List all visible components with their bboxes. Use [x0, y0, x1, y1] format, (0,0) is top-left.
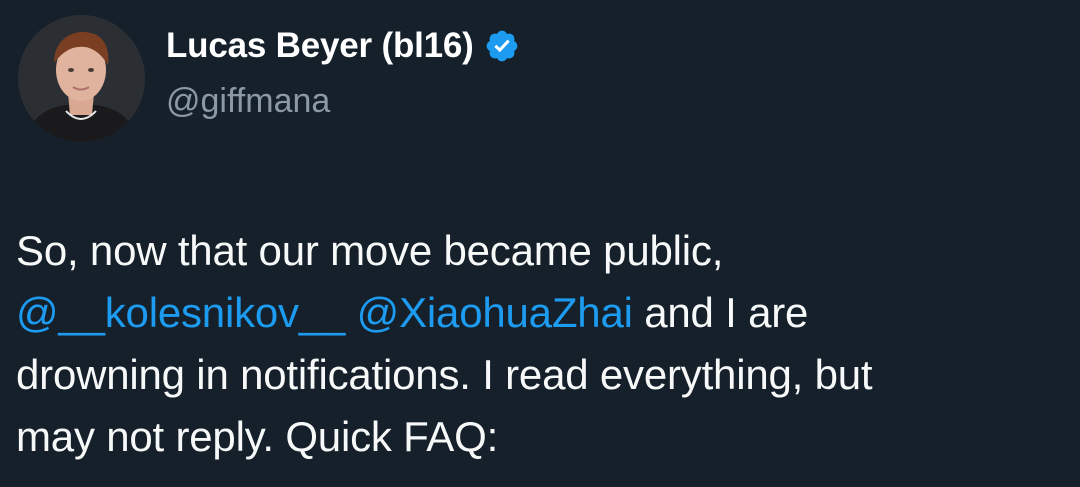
author-handle[interactable]: @giffmana — [166, 82, 330, 121]
tweet-text: So, now that our move became public, @__… — [16, 220, 1066, 468]
avatar[interactable] — [18, 15, 145, 142]
tweet-line-4: may not reply. Quick FAQ: — [16, 413, 499, 460]
tweet-line-1: So, now that our move became public, — [16, 227, 724, 274]
avatar-image — [18, 15, 145, 142]
tweet-line-3: drowning in notifications. I read everyt… — [16, 351, 873, 398]
tweet-line-2-text: and I are — [644, 289, 809, 336]
mention-link[interactable]: @XiaohuaZhai — [357, 289, 633, 336]
verified-badge-icon[interactable] — [484, 28, 520, 64]
mention-link[interactable]: @__kolesnikov__ — [16, 289, 345, 336]
author-display-name[interactable]: Lucas Beyer (bl16) — [166, 26, 474, 66]
tweet-card: Lucas Beyer (bl16) @giffmana So, now tha… — [0, 0, 1080, 487]
tweet-line-2: @__kolesnikov__ @XiaohuaZhai and I are — [16, 282, 1066, 344]
author-name-row[interactable]: Lucas Beyer (bl16) — [166, 24, 520, 68]
